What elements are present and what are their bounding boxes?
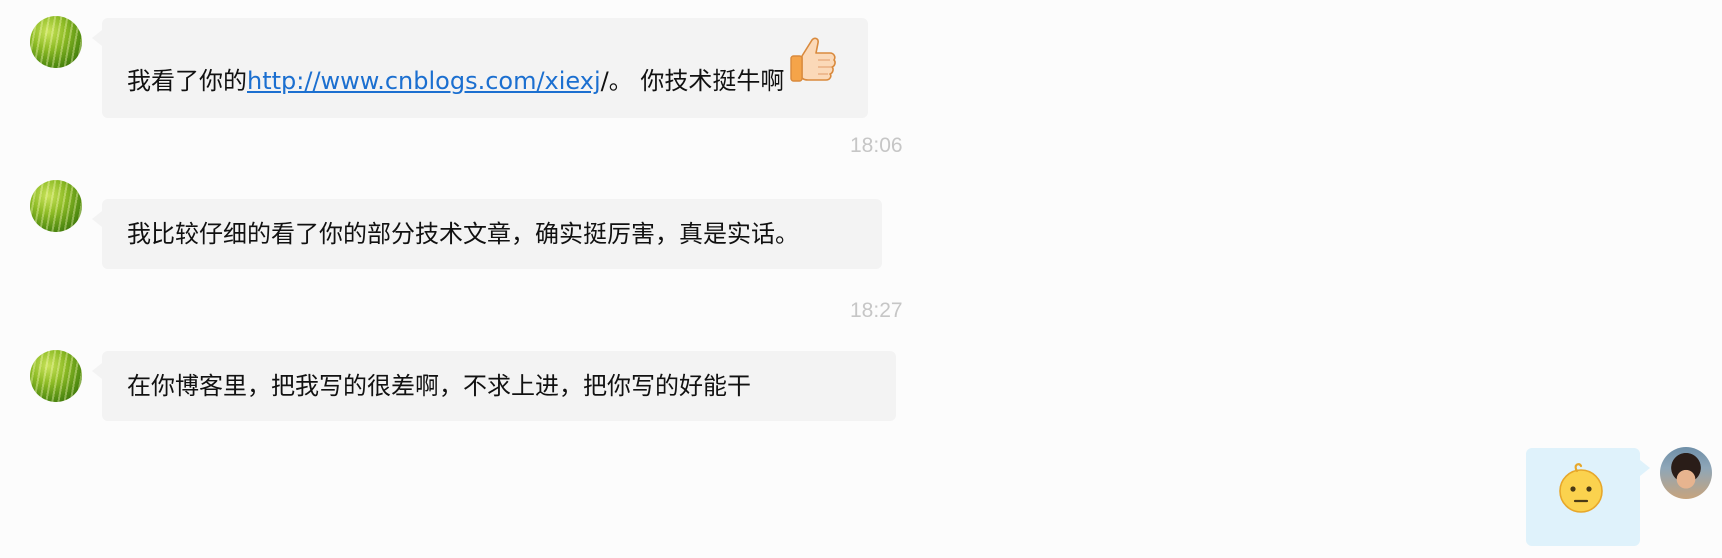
message-bubble-3: 在你博客里，把我写的很差啊，不求上进，把你写的好能干 (92, 351, 896, 421)
user-avatar[interactable] (1660, 447, 1712, 499)
confused-face-icon (1559, 463, 1603, 513)
contact-avatar[interactable] (30, 350, 82, 402)
chat-window: 我看了你的http://www.cnblogs.com/xiexj/。 你技术挺… (0, 0, 1722, 558)
message-text-2: 我比较仔细的看了你的部分技术文章，确实挺厉害，真是实话。 (127, 220, 799, 248)
message-text-3: 在你博客里，把我写的很差啊，不求上进，把你写的好能干 (127, 372, 751, 400)
message-bubble-1: 我看了你的http://www.cnblogs.com/xiexj/。 你技术挺… (92, 18, 868, 118)
message-text-after-link: /。 你技术挺牛啊 (600, 67, 785, 95)
blog-link[interactable]: http://www.cnblogs.com/xiexj (247, 67, 601, 95)
message-text-before-link: 我看了你的 (127, 67, 247, 95)
message-text-1: 我看了你的http://www.cnblogs.com/xiexj/。 你技术挺… (127, 66, 784, 96)
message-bubble-4 (1526, 448, 1650, 546)
message-bubble-2: 我比较仔细的看了你的部分技术文章，确实挺厉害，真是实话。 (92, 199, 882, 269)
thumbs-up-icon (790, 37, 836, 82)
contact-avatar[interactable] (30, 16, 82, 68)
timestamp-1806: 18:06 (850, 134, 903, 157)
contact-avatar[interactable] (30, 180, 82, 232)
timestamp-1827: 18:27 (850, 299, 903, 322)
